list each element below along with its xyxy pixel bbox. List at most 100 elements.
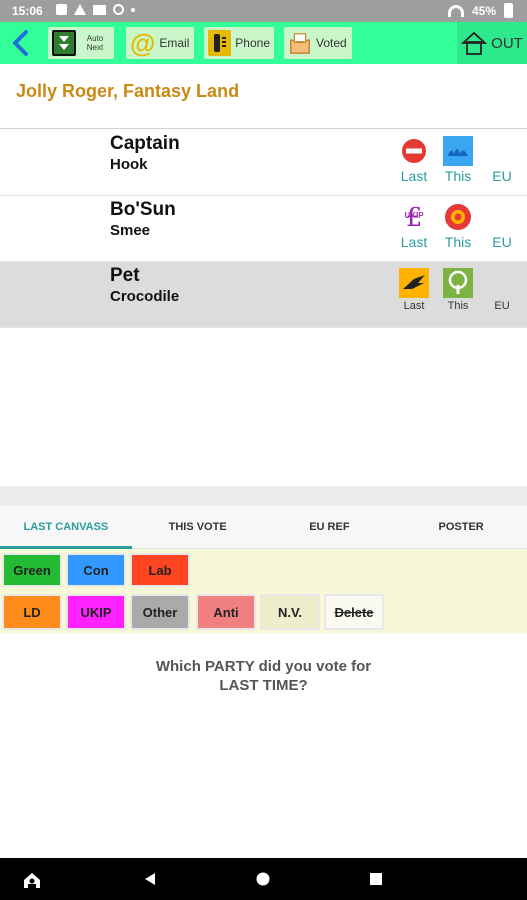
eu-label: EU	[494, 300, 510, 312]
eu-label: EU	[492, 234, 512, 250]
party-button-lab[interactable]: Lab	[130, 553, 190, 587]
last-vote-column[interactable]: £ UKIP Last	[396, 202, 432, 250]
house-icon	[461, 31, 488, 55]
status-time: 15:06	[12, 4, 43, 18]
voter-row[interactable]: Captain Hook Last This EU	[0, 130, 527, 196]
nav-home-icon[interactable]	[255, 871, 271, 887]
last-vote-column[interactable]: Last	[396, 268, 432, 312]
party-label: N.V.	[262, 596, 318, 628]
more-notifications-icon	[131, 7, 135, 12]
battery-icon	[504, 3, 513, 18]
last-label: Last	[400, 168, 428, 184]
list-divider	[0, 486, 527, 506]
notification-icons	[56, 4, 135, 15]
party-label: Green	[4, 555, 60, 585]
party-button-con[interactable]: Con	[66, 553, 126, 587]
battery-percent: 45%	[471, 3, 496, 18]
wifi-icon	[447, 4, 464, 17]
question-line-1: Which PARTY did you vote for	[155, 658, 372, 675]
sync-notification-icon	[113, 4, 124, 15]
party-button-nv[interactable]: N.V.	[260, 594, 320, 630]
eu-empty-slot	[487, 268, 517, 298]
party-button-ld[interactable]: LD	[2, 594, 62, 630]
this-label: This	[447, 300, 469, 312]
voter-row[interactable]: Bo'Sun Smee £ UKIP Last This EU	[0, 196, 527, 262]
voter-name: Smee	[110, 222, 151, 239]
green-tree-icon	[443, 268, 473, 298]
tab-last-canvass[interactable]: LAST CANVASS	[0, 506, 132, 549]
canvass-tabs: LAST CANVASS THIS VOTE EU REF POSTER	[0, 506, 527, 549]
voted-label: Voted	[316, 36, 347, 50]
rose-icon	[443, 202, 473, 232]
nav-back-icon[interactable]	[142, 871, 158, 887]
auto-next-icon	[52, 30, 76, 56]
at-sign-icon: @	[130, 28, 156, 58]
eu-vote-column[interactable]: EU	[484, 268, 520, 312]
phone-icon	[208, 30, 232, 56]
party-label: LD	[4, 596, 60, 628]
phone-label: Phone	[235, 36, 270, 50]
this-label: This	[444, 168, 472, 184]
libdem-bird-icon	[399, 268, 429, 298]
tab-this-vote[interactable]: THIS VOTE	[132, 506, 264, 548]
party-label: UKIP	[68, 596, 124, 628]
eu-empty-slot	[487, 202, 517, 232]
email-label: Email	[159, 36, 190, 50]
home-account-icon[interactable]	[22, 871, 42, 889]
ballot-box-icon	[288, 30, 312, 56]
address-header: Jolly Roger, Fantasy Land	[0, 64, 527, 129]
party-panel: Green Con Lab LD UKIP Other Anti N.V. De…	[0, 549, 527, 633]
mail-notification-icon	[93, 4, 106, 15]
this-vote-column[interactable]: This	[440, 202, 476, 250]
out-label: OUT	[491, 34, 523, 52]
tab-poster[interactable]: POSTER	[395, 506, 527, 548]
no-entry-icon	[399, 136, 429, 166]
this-vote-column[interactable]: This	[440, 136, 476, 184]
party-label: Other	[132, 596, 188, 628]
this-label: This	[444, 234, 472, 250]
voter-title: Captain	[110, 133, 180, 154]
voter-row-selected[interactable]: Pet Crocodile Last This EU	[0, 262, 527, 328]
email-button[interactable]: @ Email	[126, 27, 194, 59]
eu-label: EU	[492, 168, 512, 184]
voter-name: Crocodile	[110, 288, 180, 305]
last-label: Last	[403, 300, 425, 312]
last-label: Last	[400, 234, 428, 250]
question-line-2: LAST TIME?	[219, 677, 308, 694]
party-button-green[interactable]: Green	[2, 553, 62, 587]
eu-empty-slot	[487, 136, 517, 166]
party-button-other[interactable]: Other	[130, 594, 190, 630]
svg-text:UKIP: UKIP	[404, 211, 424, 220]
party-label: Con	[68, 555, 124, 585]
voter-title: Pet	[110, 265, 140, 286]
party-button-delete[interactable]: Delete	[324, 594, 384, 630]
party-label: Delete	[326, 596, 382, 628]
nav-recents-icon[interactable]	[368, 871, 384, 887]
system-nav-bar	[0, 858, 527, 900]
warning-notification-icon	[74, 4, 86, 15]
question-text: Which PARTY did you vote for LAST TIME?	[0, 657, 527, 695]
this-vote-column[interactable]: This	[440, 268, 476, 312]
tab-eu-ref[interactable]: EU REF	[264, 506, 396, 548]
auto-next-label: Auto Next	[86, 34, 104, 52]
back-button[interactable]	[8, 28, 34, 58]
voter-list: Captain Hook Last This EU Bo'Sun Smee £ U…	[0, 130, 527, 328]
voted-button[interactable]: Voted	[284, 27, 352, 59]
address-text: Jolly Roger, Fantasy Land	[16, 81, 240, 101]
eu-vote-column[interactable]: EU	[484, 136, 520, 184]
party-label: Anti	[198, 596, 254, 628]
image-notification-icon	[56, 4, 67, 15]
phone-button[interactable]: Phone	[204, 27, 274, 59]
app-toolbar: Auto Next @ Email Phone Voted OUT	[0, 22, 527, 64]
auto-next-button[interactable]: Auto Next	[48, 27, 114, 59]
eu-vote-column[interactable]: EU	[484, 202, 520, 250]
party-button-anti[interactable]: Anti	[196, 594, 256, 630]
arrow-back-icon	[13, 30, 28, 56]
party-button-ukip[interactable]: UKIP	[66, 594, 126, 630]
voter-name: Hook	[110, 156, 148, 173]
out-button[interactable]: OUT	[457, 22, 527, 64]
last-vote-column[interactable]: Last	[396, 136, 432, 184]
grass-icon	[443, 136, 473, 166]
party-label: Lab	[132, 555, 188, 585]
ukip-pound-icon: £ UKIP	[399, 202, 429, 232]
